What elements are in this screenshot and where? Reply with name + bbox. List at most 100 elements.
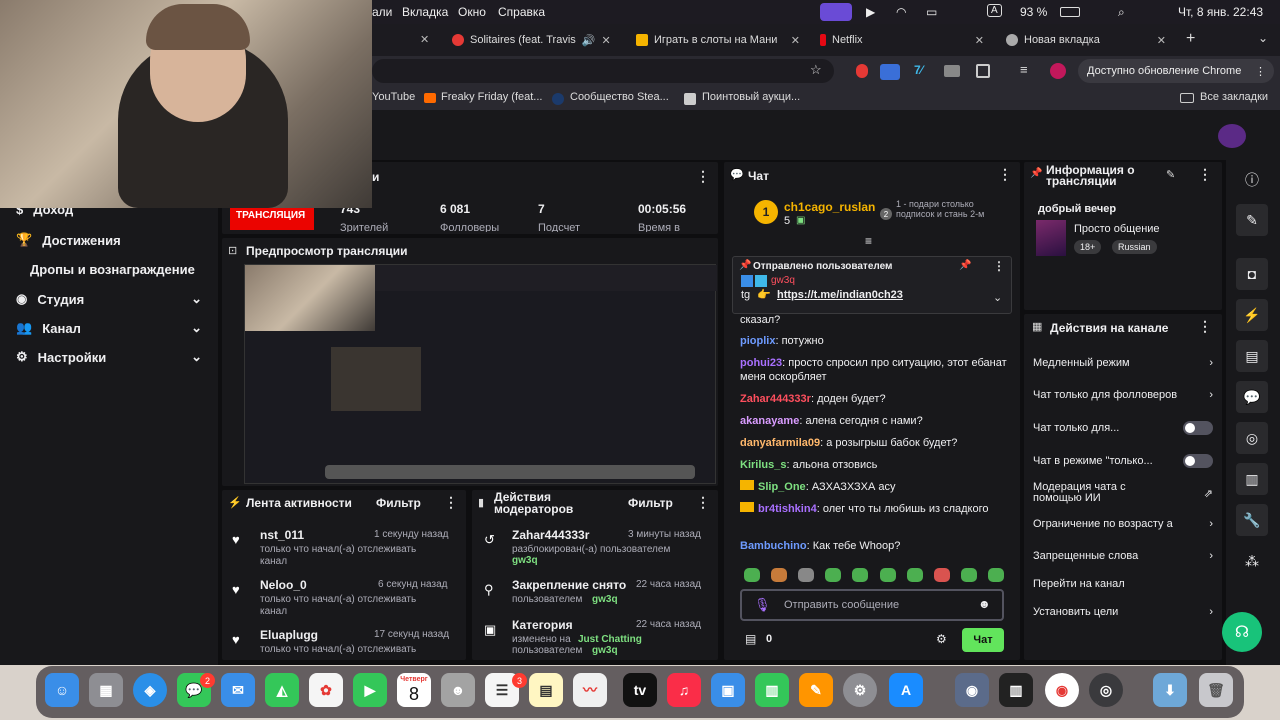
emote-icon[interactable] (987, 568, 1004, 582)
calendar-icon[interactable]: Четверг 8 (397, 673, 431, 707)
activity-user[interactable]: Eluaplugg (260, 628, 318, 642)
action-age-restriction[interactable]: Ограничение по возрасту а › (1033, 518, 1213, 530)
safari-icon[interactable]: ◈ (133, 673, 167, 707)
close-tab-icon[interactable]: ✕ (420, 33, 429, 46)
chat-username[interactable]: danyafarmila09 (740, 437, 820, 449)
extension-icon[interactable]: 7⁄ (914, 63, 923, 77)
app-store-icon[interactable]: A (889, 673, 923, 707)
collapse-icon[interactable]: ≡ (865, 234, 872, 248)
emote-icon[interactable] (852, 568, 869, 582)
numbers-icon[interactable]: ▥ (755, 673, 789, 707)
pinned-link[interactable]: https://t.me/indian0ch23 (777, 289, 903, 301)
tab-slots[interactable]: Играть в слоты на Мани ✕ (628, 24, 808, 56)
sidebar-item-studio[interactable]: ◉ Студия ⌄ (16, 291, 202, 307)
apple-tv-icon[interactable]: tv (623, 673, 657, 707)
category-link[interactable]: Just Chatting (578, 634, 642, 645)
headphones-icon[interactable]: ◠ (896, 5, 906, 19)
menu-item[interactable]: Вкладка (402, 5, 448, 19)
category-thumbnail[interactable] (1036, 220, 1066, 256)
close-tab-icon[interactable]: ✕ (601, 34, 610, 47)
extension-icon[interactable] (944, 65, 960, 77)
filter-button[interactable]: Фильтр (376, 496, 421, 510)
user-avatar[interactable] (1218, 124, 1246, 148)
kebab-menu-icon[interactable]: ⋮ (998, 166, 1012, 183)
chrome-icon[interactable]: ◉ (1045, 673, 1079, 707)
mod-action-title[interactable]: Закрепление снято (512, 578, 626, 592)
emote-icon[interactable] (879, 568, 896, 582)
bookmark-steam[interactable]: Сообщество Stea... (570, 91, 669, 103)
emote-icon[interactable] (798, 568, 815, 582)
sidebar-item-channel[interactable]: 👥 Канал ⌄ (16, 320, 202, 336)
search-icon[interactable]: ⌕ (1118, 5, 1125, 20)
battery-icon[interactable] (1060, 7, 1080, 17)
emote-icon[interactable] (906, 568, 923, 582)
mod-action-user[interactable]: gw3q (512, 555, 538, 566)
action-go-to-channel[interactable]: Перейти на канал (1033, 578, 1213, 590)
chat-username[interactable]: Slip_One (758, 481, 806, 493)
kebab-menu-icon[interactable]: ⋮ (1198, 166, 1212, 183)
chat-username[interactable]: pohui23 (740, 357, 782, 369)
launchpad-icon[interactable]: ▦ (89, 673, 123, 707)
pages-icon[interactable]: ✎ (799, 673, 833, 707)
notes-icon[interactable]: ▤ (1236, 340, 1268, 372)
stream-category[interactable]: Просто общение (1074, 223, 1160, 235)
action-banned-words[interactable]: Запрещенные слова › (1033, 550, 1213, 562)
all-bookmarks[interactable]: Все закладки (1200, 91, 1268, 103)
obs-icon[interactable]: ◎ (1089, 673, 1123, 707)
camera-icon[interactable]: ◘ (1236, 258, 1268, 290)
kebab-menu-icon[interactable]: ⋮ (993, 259, 1005, 273)
menu-item[interactable]: Окно (458, 5, 486, 19)
extensions-puzzle-icon[interactable] (976, 64, 990, 78)
screen-recorder-icon[interactable]: ◉ (955, 673, 989, 707)
edit-icon[interactable]: ✎ (1166, 168, 1175, 181)
tab-new-tab[interactable]: Новая вкладка ✕ (998, 24, 1174, 56)
menu-item[interactable]: Справка (498, 5, 545, 19)
photos-icon[interactable]: ✿ (309, 673, 343, 707)
tag-badge[interactable]: Russian (1112, 240, 1157, 254)
more-actions-icon[interactable]: ⁂ (1236, 545, 1268, 577)
mod-action-title[interactable]: Категория (512, 618, 573, 632)
emote-icon[interactable] (825, 568, 842, 582)
close-tab-icon[interactable]: ✕ (791, 34, 800, 47)
chat-username[interactable]: Zahar444333r (740, 393, 811, 405)
broadcast-icon[interactable]: ◎ (1236, 422, 1268, 454)
chat-send-button[interactable]: Чат (962, 628, 1004, 652)
extension-icon[interactable] (880, 64, 900, 80)
extension-icon[interactable] (856, 64, 868, 78)
sidebar-item-drops[interactable]: Дропы и вознаграждение (30, 262, 195, 277)
microphone-icon[interactable]: 🎙 (754, 597, 771, 613)
chat-bubble-icon[interactable]: 💬 (1236, 381, 1268, 413)
finder-icon[interactable]: ☺ (45, 673, 79, 707)
bookmark-auction[interactable]: Поинтовый аукци... (702, 91, 800, 103)
info-icon[interactable]: ⓘ (1236, 164, 1268, 196)
headset-support-icon[interactable]: ☊ (1222, 612, 1262, 652)
activity-user[interactable]: Neloo_0 (260, 578, 307, 592)
raid-icon[interactable]: ▥ (1236, 463, 1268, 495)
kebab-menu-icon[interactable]: ⋮ (696, 168, 710, 185)
kebab-menu-icon[interactable]: ⋮ (1198, 318, 1212, 335)
new-tab-button[interactable]: + (1186, 30, 1195, 48)
bookmark-star-icon[interactable]: ☆ (810, 62, 822, 78)
close-tab-icon[interactable]: ✕ (1157, 34, 1166, 47)
chat-username[interactable]: pioplix (740, 335, 775, 347)
tab-search-icon[interactable]: ⌄ (1258, 31, 1268, 45)
chrome-update-button[interactable]: Доступно обновление Chrome ⋮ (1078, 59, 1274, 83)
action-ai-moderation[interactable]: Модерация чата с помощью ИИ ⇗ (1033, 482, 1213, 504)
toggle-switch[interactable] (1183, 454, 1213, 468)
tag-badge[interactable]: 18+ (1074, 240, 1102, 254)
sidebar-item-achievements[interactable]: 🏆 Достижения (16, 232, 121, 248)
close-tab-icon[interactable]: ✕ (975, 34, 984, 47)
pin-icon[interactable]: 📌 (959, 260, 971, 271)
sidebar-item-settings[interactable]: ⚙ Настройки ⌄ (16, 349, 202, 365)
profile-avatar[interactable] (1050, 63, 1066, 79)
emote-icon[interactable] (771, 568, 788, 582)
tab-solitaires[interactable]: Solitaires (feat. Travis 🔊 ✕ (444, 24, 614, 56)
chat-username[interactable]: Kirilus_s (740, 459, 786, 471)
mod-action-user[interactable]: gw3q (592, 645, 618, 656)
toggle-switch[interactable] (1183, 421, 1213, 435)
system-settings-icon[interactable]: ⚙ (843, 673, 877, 707)
maps-icon[interactable]: ◭ (265, 673, 299, 707)
input-source-icon[interactable]: A (987, 4, 1002, 17)
datetime[interactable]: Чт, 8 янв. 22:43 (1178, 5, 1263, 19)
lightning-icon[interactable]: ⚡ (1236, 299, 1268, 331)
